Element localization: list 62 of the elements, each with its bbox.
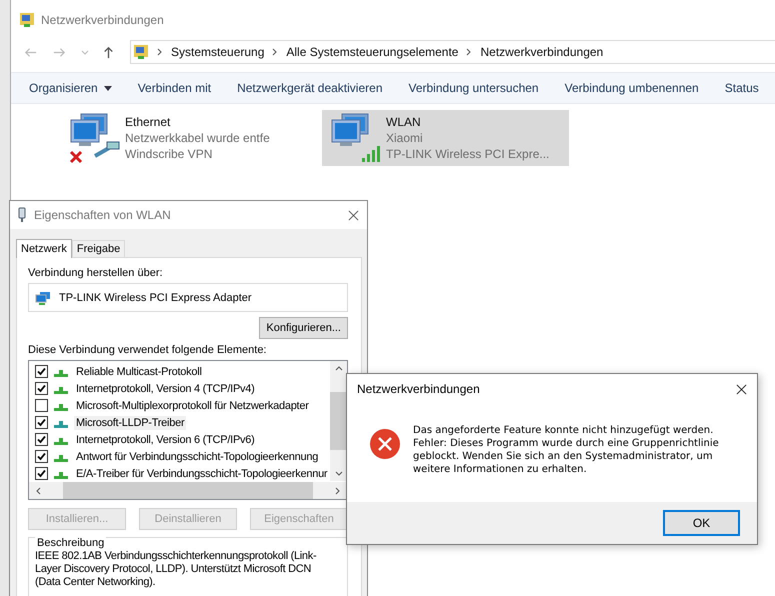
checkbox[interactable] bbox=[35, 382, 48, 395]
checkbox[interactable] bbox=[35, 399, 48, 412]
command-button[interactable]: Verbindung umbenennen bbox=[560, 77, 704, 99]
breadcrumb-item[interactable]: Systemsteuerung bbox=[171, 45, 264, 59]
checkbox[interactable] bbox=[35, 450, 48, 463]
close-icon[interactable] bbox=[736, 384, 747, 394]
command-button[interactable]: Verbindung untersuchen bbox=[404, 77, 544, 99]
connection-item[interactable]: Ethernet Netzwerkkabel wurde entfe Windscribe VPN bbox=[61, 110, 308, 166]
chevron-icon bbox=[272, 48, 278, 56]
address-bar[interactable]: Systemsteuerung Alle Systemsteuerungselemente Netzwerkverbindungen bbox=[130, 40, 775, 64]
breadcrumb-item[interactable]: Alle Systemsteuerungselemente bbox=[286, 45, 458, 59]
checkbox[interactable] bbox=[35, 467, 48, 480]
items-label: Diese Verbindung verwendet folgende Elemente: bbox=[28, 344, 268, 356]
connection-name: WLAN bbox=[386, 114, 422, 130]
checkbox[interactable] bbox=[35, 365, 48, 378]
error-message: Das angeforderte Feature konnte nicht hinzugefügt werden. Fehler: Dieses Programm wurde durch eine Gruppenrichtlinie geblockt. Wenden Sie sich an den Systemadministrator, um weitere Informationen zu erhalten. bbox=[413, 424, 720, 477]
ok-button[interactable]: OK bbox=[663, 510, 740, 536]
list-item[interactable]: Internetprotokoll, Version 4 (TCP/IPv4) bbox=[74, 382, 257, 396]
breadcrumb-item[interactable]: Netzwerkverbindungen bbox=[480, 45, 604, 59]
tab[interactable]: Netzwerk bbox=[16, 239, 72, 258]
connection-name: Ethernet bbox=[125, 114, 172, 130]
list-item[interactable]: Internetprotokoll, Version 6 (TCP/IPv6) bbox=[74, 432, 257, 446]
command-button[interactable]: Organisieren bbox=[24, 77, 117, 99]
network-adapter-icon bbox=[35, 290, 51, 304]
chevron-icon bbox=[157, 48, 163, 56]
window-title: Netzwerkverbindungen bbox=[41, 13, 164, 27]
chevron-icon bbox=[466, 48, 472, 56]
network-folder-icon bbox=[19, 12, 35, 28]
scroll-down-icon[interactable] bbox=[334, 471, 342, 477]
description-text: IEEE 802.1AB Verbindungsschichterkennungsprotokoll (Link-Layer Discovery Protocol, LLDP). Unterstützt Microsoft DCN (Data Center Networking). bbox=[35, 550, 318, 589]
connection-detail: Windscribe VPN bbox=[125, 146, 214, 162]
vertical-scrollbar[interactable] bbox=[330, 361, 347, 481]
command-button[interactable]: Status bbox=[720, 77, 764, 99]
connection-item[interactable]: WLAN Xiaomi TP-LINK Wireless PCI Expre... bbox=[322, 110, 569, 166]
adapter-icon bbox=[18, 207, 26, 223]
horizontal-scrollbar[interactable] bbox=[29, 482, 347, 499]
close-icon[interactable] bbox=[348, 210, 359, 220]
network-folder-icon bbox=[133, 44, 149, 60]
connection-detail: Netzwerkkabel wurde entfe bbox=[125, 130, 270, 146]
dialog-title: Eigenschaften von WLAN bbox=[34, 208, 172, 222]
command-button[interactable]: Verbinden mit bbox=[132, 77, 216, 99]
connection-detail: TP-LINK Wireless PCI Expre... bbox=[386, 146, 550, 162]
scroll-up-icon[interactable] bbox=[334, 365, 342, 371]
dropdown-caret-icon bbox=[104, 86, 112, 90]
list-item[interactable]: Microsoft-LLDP-Treiber bbox=[74, 416, 186, 430]
checkbox[interactable] bbox=[35, 433, 48, 446]
tab[interactable]: Freigabe bbox=[72, 240, 126, 257]
scroll-left-icon[interactable] bbox=[35, 486, 41, 494]
dialog-title: Netzwerkverbindungen bbox=[357, 382, 481, 396]
list-item[interactable]: Microsoft-Multiplexorprotokoll für Netzwerkadapter bbox=[74, 398, 311, 412]
connection-detail: Xiaomi bbox=[386, 130, 424, 146]
configure-button[interactable]: Konfigurieren... bbox=[259, 317, 348, 339]
connect-label: Verbindung herstellen über: bbox=[28, 267, 164, 279]
checkbox[interactable] bbox=[35, 416, 48, 429]
error-icon bbox=[369, 428, 401, 460]
scroll-right-icon[interactable] bbox=[335, 486, 341, 494]
list-item[interactable]: Reliable Multicast-Protokoll bbox=[74, 364, 204, 378]
group-legend: Beschreibung bbox=[35, 537, 106, 549]
command-button[interactable]: Netzwerkgerät deaktivieren bbox=[232, 77, 388, 99]
list-item[interactable]: E/A-Treiber für Verbindungsschicht-Topologieerkennur bbox=[74, 466, 330, 480]
list-item[interactable]: Antwort für Verbindungsschicht-Topologieerkennung bbox=[74, 450, 320, 464]
adapter-name: TP-LINK Wireless PCI Express Adapter bbox=[59, 292, 252, 304]
